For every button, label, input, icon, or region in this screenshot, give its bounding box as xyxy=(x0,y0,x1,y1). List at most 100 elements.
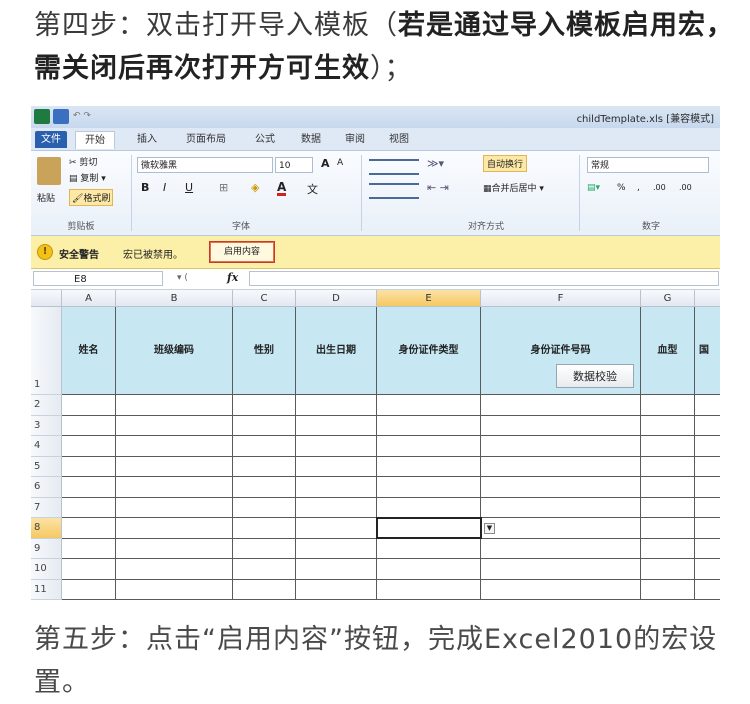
grid-cell[interactable] xyxy=(296,477,377,498)
row-header[interactable]: 2 xyxy=(31,395,62,416)
percent-button[interactable]: % xyxy=(617,183,626,193)
row-header[interactable]: 8 xyxy=(31,518,62,539)
grid-cell[interactable] xyxy=(481,415,641,436)
tab-page-layout[interactable]: 页面布局 xyxy=(177,131,235,148)
row-header[interactable]: 3 xyxy=(31,415,62,436)
formula-input[interactable] xyxy=(249,271,719,286)
grid-cell[interactable] xyxy=(62,538,116,559)
grid-cell[interactable] xyxy=(695,456,720,477)
header-cell[interactable]: 血型 xyxy=(641,307,695,395)
column-header-b[interactable]: B xyxy=(116,290,233,307)
grid-cell[interactable] xyxy=(641,456,695,477)
grid-cell[interactable] xyxy=(62,477,116,498)
grid-cell[interactable] xyxy=(695,579,720,600)
grid-cell[interactable] xyxy=(62,497,116,518)
grid-cell[interactable] xyxy=(481,559,641,580)
increase-decimal-button[interactable]: .00 xyxy=(653,183,666,192)
grid-cell[interactable] xyxy=(641,395,695,416)
grid-cell[interactable] xyxy=(62,559,116,580)
copy-button[interactable]: ▤ 复制 ▾ xyxy=(69,171,106,184)
grid-cell[interactable] xyxy=(377,436,481,457)
grid-cell[interactable] xyxy=(116,579,233,600)
grid-cell[interactable] xyxy=(233,579,296,600)
paste-label[interactable]: 粘贴 xyxy=(37,191,55,204)
header-cell[interactable]: 出生日期 xyxy=(296,307,377,395)
column-header-g[interactable]: G xyxy=(641,290,695,307)
grid-cell[interactable] xyxy=(296,579,377,600)
grid-cell[interactable] xyxy=(481,579,641,600)
insert-function-icon[interactable]: fx xyxy=(227,271,238,284)
column-header-c[interactable]: C xyxy=(233,290,296,307)
phonetic-button[interactable]: 文 xyxy=(307,181,318,197)
align-top-icon[interactable] xyxy=(369,159,419,175)
grid-cell[interactable] xyxy=(296,538,377,559)
grid-cell[interactable] xyxy=(233,436,296,457)
accounting-icon[interactable]: ▤▾ xyxy=(587,183,600,193)
name-box-dropdown-icon[interactable]: ▾ ( xyxy=(177,273,188,283)
tab-view[interactable]: 视图 xyxy=(381,131,417,148)
bold-button[interactable]: B xyxy=(141,181,149,194)
grid-cell[interactable] xyxy=(377,415,481,436)
grid-cell[interactable] xyxy=(377,456,481,477)
font-name-select[interactable]: 微软雅黑 xyxy=(137,157,273,173)
column-header-h[interactable] xyxy=(695,290,720,307)
comma-button[interactable]: , xyxy=(637,183,640,193)
decrease-decimal-button[interactable]: .00 xyxy=(679,183,692,192)
grid-cell[interactable] xyxy=(481,456,641,477)
dropdown-arrow-icon[interactable]: ▼ xyxy=(484,523,495,534)
save-icon[interactable] xyxy=(53,109,69,124)
grid-cell[interactable] xyxy=(695,538,720,559)
grid-cell[interactable] xyxy=(695,497,720,518)
column-header-f[interactable]: F xyxy=(481,290,641,307)
grid-cell[interactable] xyxy=(641,518,695,539)
grid-cell[interactable] xyxy=(481,497,641,518)
column-header-d[interactable]: D xyxy=(296,290,377,307)
grid-cell[interactable] xyxy=(296,456,377,477)
grid-cell[interactable] xyxy=(695,559,720,580)
orientation-icon[interactable]: ≫▾ xyxy=(427,157,444,170)
undo-redo-icon[interactable]: ↶ ↷ xyxy=(73,109,103,124)
grid-cell[interactable] xyxy=(296,415,377,436)
cut-button[interactable]: ✂ 剪切 xyxy=(69,155,97,168)
row-header[interactable]: 6 xyxy=(31,477,62,498)
grid-cell[interactable] xyxy=(296,395,377,416)
row-header[interactable]: 7 xyxy=(31,497,62,518)
grid-cell[interactable] xyxy=(233,538,296,559)
grid-cell[interactable] xyxy=(116,518,233,539)
grid-cell[interactable] xyxy=(233,456,296,477)
grid-cell[interactable] xyxy=(481,395,641,416)
validate-data-button[interactable]: 数据校验 xyxy=(556,364,634,388)
tab-data[interactable]: 数据 xyxy=(293,131,329,148)
row-header[interactable]: 10 xyxy=(31,559,62,580)
paste-icon[interactable] xyxy=(37,157,61,185)
column-header-e[interactable]: E xyxy=(377,290,481,307)
row-header[interactable]: 4 xyxy=(31,436,62,457)
align-left-icon[interactable] xyxy=(369,183,419,199)
grid-cell[interactable] xyxy=(62,518,116,539)
header-cell[interactable]: 国 xyxy=(695,307,720,395)
borders-icon[interactable]: ⊞ xyxy=(219,181,228,194)
grid-cell[interactable] xyxy=(377,497,481,518)
grid-cell[interactable] xyxy=(695,395,720,416)
select-all-corner[interactable] xyxy=(31,290,62,307)
grid-cell[interactable] xyxy=(481,477,641,498)
grid-cell[interactable] xyxy=(116,436,233,457)
grid-cell[interactable] xyxy=(116,456,233,477)
grid-cell[interactable] xyxy=(233,518,296,539)
fill-color-icon[interactable]: ◈ xyxy=(251,181,259,194)
row-header[interactable]: 9 xyxy=(31,538,62,559)
grid-cell[interactable] xyxy=(695,415,720,436)
header-cell[interactable]: 身份证件类型 xyxy=(377,307,481,395)
grid-cell[interactable] xyxy=(296,436,377,457)
grid-cell[interactable] xyxy=(233,477,296,498)
font-size-select[interactable]: 10 xyxy=(275,157,313,173)
column-header-a[interactable]: A xyxy=(62,290,116,307)
grid-cell[interactable] xyxy=(116,395,233,416)
grid-cell[interactable] xyxy=(377,477,481,498)
grid-cell[interactable] xyxy=(296,497,377,518)
grid-cell[interactable] xyxy=(481,538,641,559)
grid-cell[interactable] xyxy=(695,518,720,539)
tab-review[interactable]: 审阅 xyxy=(337,131,373,148)
grid-cell[interactable] xyxy=(641,477,695,498)
grid-cell[interactable] xyxy=(377,559,481,580)
